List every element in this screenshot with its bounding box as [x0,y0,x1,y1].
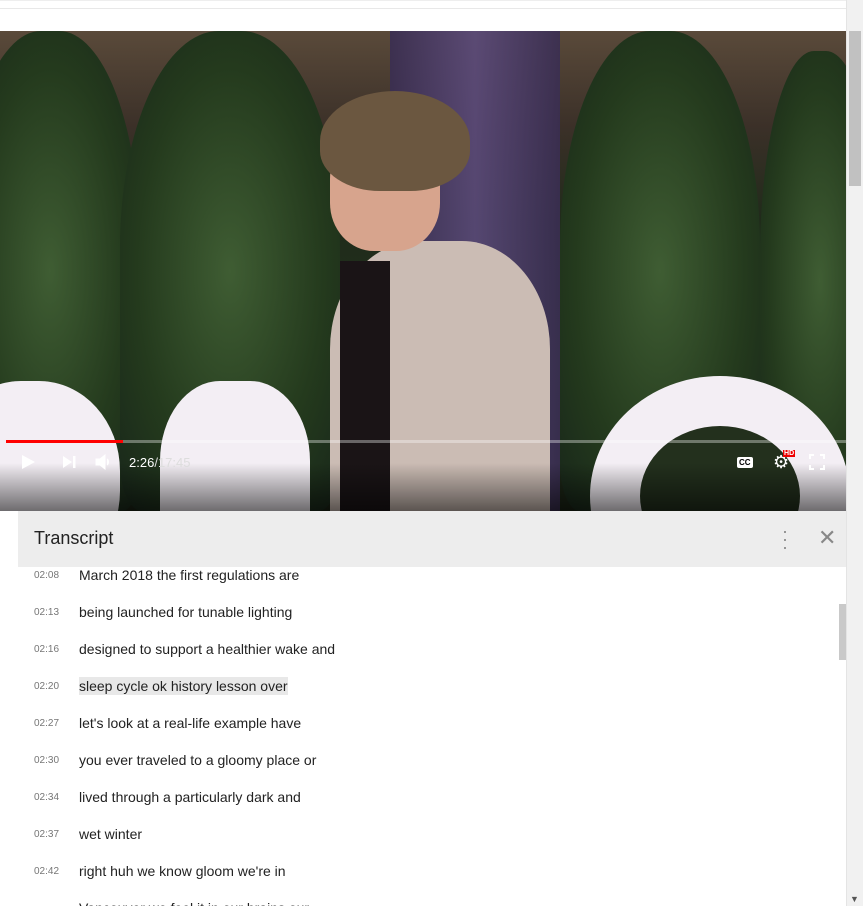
play-icon [22,455,35,469]
transcript-title: Transcript [34,528,114,548]
page-scrollbar[interactable]: ▼ [846,0,863,906]
scrollbar-thumb[interactable] [849,31,861,186]
transcript-line[interactable]: 02:30 you ever traveled to a gloomy place… [18,750,316,770]
more-options-icon[interactable]: · · · [781,522,789,556]
caption-text: being launched for tunable lighting [79,604,293,620]
transcript-line[interactable]: 02:42 right huh we know gloom we're in [18,861,286,881]
caption-text: lived through a particularly dark and [79,789,301,805]
timestamp: 02:13 [34,606,60,618]
progress-fill [6,440,123,443]
caption-text: you ever traveled to a gloomy place or [79,752,317,768]
timestamp: 02:16 [34,643,60,655]
hd-badge: HD [783,449,796,457]
transcript-scrollbar[interactable] [839,604,846,660]
timestamp: 02:37 [34,828,60,840]
transcript-list[interactable]: 02:08 March 2018 the first regulations ar… [18,567,839,906]
volume-button[interactable] [95,452,111,472]
timestamp: 02:34 [34,791,60,803]
transcript-line[interactable]: 02:37 wet winter [18,824,142,844]
fullscreen-icon [809,454,825,470]
caption-text: right huh we know gloom we're in [79,863,286,879]
timestamp: 02:27 [34,717,60,729]
fullscreen-button[interactable] [809,452,825,472]
caption-text: March 2018 the first regulations are [79,567,300,583]
next-button[interactable] [62,452,76,472]
progress-bar[interactable] [6,440,857,443]
transcript-line[interactable]: 02:20 sleep cycle ok history lesson over [18,676,288,696]
caption-text: sleep cycle ok history lesson over [79,677,288,695]
timestamp: 02:42 [34,865,60,877]
transcript-line[interactable]: 02:16 designed to support a healthier wak… [18,639,335,659]
cc-icon: CC [737,456,753,468]
transcript-line[interactable]: 02:34 lived through a particularly dark a… [18,787,301,807]
timestamp: 02:30 [34,754,60,766]
transcript-line[interactable]: 02:27 let's look at a real-life example h… [18,713,301,733]
play-button[interactable] [20,452,36,472]
caption-text: Vancouver we feel it in our brains our [79,899,309,906]
close-icon[interactable]: ✕ [818,525,836,551]
transcript-line[interactable]: 02:13 being launched for tunable lighting [18,602,292,622]
caption-text: designed to support a healthier wake and [79,641,336,657]
time-display: 2:26 / 17:45 [129,452,190,472]
caption-text: let's look at a real-life example have [79,715,302,731]
timestamp: 02:08 [34,569,60,581]
scroll-down-arrow-icon[interactable]: ▼ [850,894,859,904]
gear-icon: ⚙ HD [773,449,796,472]
caption-text: wet winter [79,826,143,842]
transcript-header: Transcript · · · ✕ [18,511,846,567]
transcript-line[interactable]: 02:08 March 2018 the first regulations ar… [18,567,299,585]
next-icon [63,456,76,468]
video-player[interactable] [0,31,846,511]
top-bar [0,0,846,31]
transcript-line[interactable]: Vancouver we feel it in our brains our [18,898,309,906]
duration: 17:45 [157,454,191,470]
settings-button[interactable]: ⚙ HD [773,449,796,472]
captions-button[interactable]: CC [737,452,753,472]
current-time: 2:26 [129,454,155,470]
timestamp: 02:20 [34,680,60,692]
video-frame-speaker [310,91,550,511]
controls-gradient [0,463,846,511]
volume-icon [95,454,109,470]
